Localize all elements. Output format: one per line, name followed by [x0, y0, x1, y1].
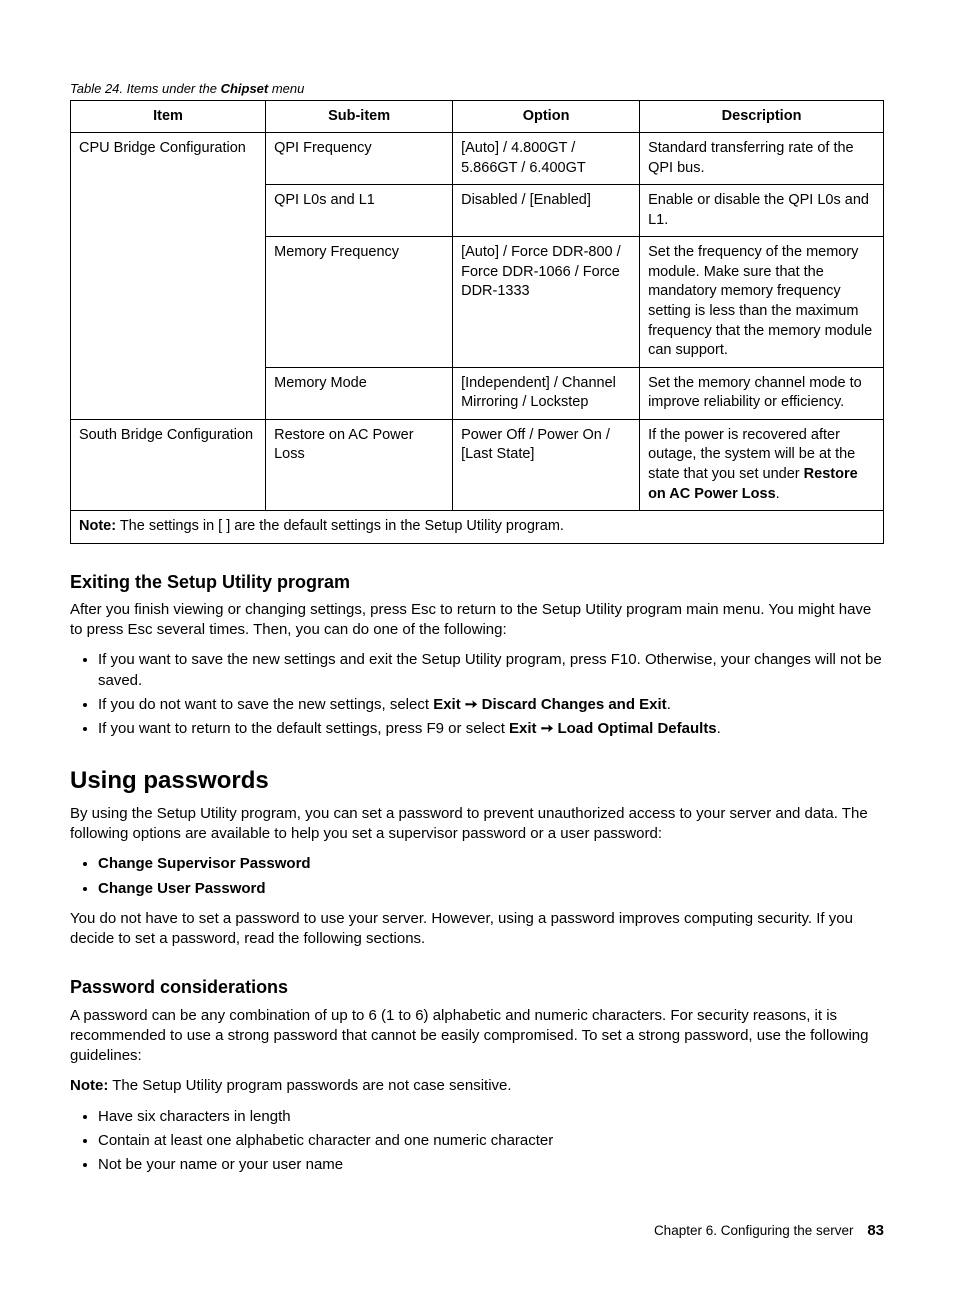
- cell-option: [Auto] / 4.800GT / 5.866GT / 6.400GT: [453, 133, 640, 185]
- cell-description: Set the frequency of the memory module. …: [640, 237, 884, 367]
- passwords-options-list: Change Supervisor Password Change User P…: [70, 854, 884, 899]
- table-row: QPI L0s and L1 Disabled / [Enabled] Enab…: [71, 185, 884, 237]
- cell-item: [71, 367, 266, 419]
- list-item: Change User Password: [98, 879, 884, 899]
- cell-item: South Bridge Configuration: [71, 419, 266, 510]
- heading-exiting: Exiting the Setup Utility program: [70, 570, 884, 594]
- cell-subitem: QPI L0s and L1: [266, 185, 453, 237]
- page-footer: Chapter 6. Configuring the server 83: [70, 1221, 884, 1241]
- table-row: CPU Bridge Configuration QPI Frequency […: [71, 133, 884, 185]
- note-text: The settings in [ ] are the default sett…: [116, 518, 564, 534]
- cell-option: Disabled / [Enabled]: [453, 185, 640, 237]
- cell-subitem: QPI Frequency: [266, 133, 453, 185]
- cell-subitem: Memory Mode: [266, 367, 453, 419]
- table-note-row: Note: The settings in [ ] are the defaul…: [71, 511, 884, 544]
- cell-option: [Independent] / Channel Mirroring / Lock…: [453, 367, 640, 419]
- li-bold: Exit: [433, 696, 461, 713]
- cell-subitem: Restore on AC Power Loss: [266, 419, 453, 510]
- table-header-row: Item Sub-item Option Description: [71, 100, 884, 133]
- note-text: The Setup Utility program passwords are …: [108, 1077, 511, 1094]
- footer-page-number: 83: [867, 1222, 884, 1239]
- heading-password-considerations: Password considerations: [70, 975, 884, 999]
- li-text: If you do not want to save the new setti…: [98, 696, 433, 713]
- cell-option: Power Off / Power On / [Last State]: [453, 419, 640, 510]
- arrow-icon: ➙: [461, 696, 482, 713]
- li-bold: Discard Changes and Exit: [482, 696, 667, 713]
- li-bold: Load Optimal Defaults: [557, 720, 716, 737]
- list-item: Change Supervisor Password: [98, 854, 884, 874]
- considerations-note: Note: The Setup Utility program password…: [70, 1076, 884, 1096]
- cell-description: Standard transferring rate of the QPI bu…: [640, 133, 884, 185]
- list-item: If you want to return to the default set…: [98, 719, 884, 739]
- col-description: Description: [640, 100, 884, 133]
- caption-prefix: Table 24. Items under the: [70, 81, 221, 96]
- note-label: Note:: [79, 518, 116, 534]
- table-caption: Table 24. Items under the Chipset menu: [70, 80, 884, 98]
- table-note-cell: Note: The settings in [ ] are the defaul…: [71, 511, 884, 544]
- caption-bold: Chipset: [221, 81, 269, 96]
- cell-item: CPU Bridge Configuration: [71, 133, 266, 185]
- cell-option: [Auto] / Force DDR-800 / Force DDR-1066 …: [453, 237, 640, 367]
- exiting-list: If you want to save the new settings and…: [70, 650, 884, 739]
- heading-using-passwords: Using passwords: [70, 765, 884, 797]
- arrow-icon: ➙: [537, 720, 558, 737]
- cell-description: Set the memory channel mode to improve r…: [640, 367, 884, 419]
- cell-item: [71, 185, 266, 237]
- considerations-list: Have six characters in length Contain at…: [70, 1107, 884, 1176]
- li-text: .: [717, 720, 721, 737]
- table-row: Memory Frequency [Auto] / Force DDR-800 …: [71, 237, 884, 367]
- caption-suffix: menu: [268, 81, 304, 96]
- note-label: Note:: [70, 1077, 108, 1094]
- list-item: Have six characters in length: [98, 1107, 884, 1127]
- list-item: If you do not want to save the new setti…: [98, 695, 884, 715]
- list-item: Not be your name or your user name: [98, 1155, 884, 1175]
- footer-chapter: Chapter 6. Configuring the server: [654, 1223, 854, 1238]
- col-option: Option: [453, 100, 640, 133]
- cell-item: [71, 237, 266, 367]
- exiting-p1: After you finish viewing or changing set…: [70, 600, 884, 641]
- cell-subitem: Memory Frequency: [266, 237, 453, 367]
- passwords-p2: You do not have to set a password to use…: [70, 909, 884, 950]
- cell-description: Enable or disable the QPI L0s and L1.: [640, 185, 884, 237]
- col-item: Item: [71, 100, 266, 133]
- passwords-p1: By using the Setup Utility program, you …: [70, 804, 884, 845]
- cell-description: If the power is recovered after outage, …: [640, 419, 884, 510]
- list-item: Contain at least one alphabetic characte…: [98, 1131, 884, 1151]
- desc-post: .: [776, 486, 780, 502]
- li-text: If you want to return to the default set…: [98, 720, 509, 737]
- table-row: South Bridge Configuration Restore on AC…: [71, 419, 884, 510]
- table-row: Memory Mode [Independent] / Channel Mirr…: [71, 367, 884, 419]
- li-bold: Exit: [509, 720, 537, 737]
- chipset-table: Item Sub-item Option Description CPU Bri…: [70, 100, 884, 544]
- considerations-p1: A password can be any combination of up …: [70, 1006, 884, 1067]
- list-item: If you want to save the new settings and…: [98, 650, 884, 691]
- li-text: .: [667, 696, 671, 713]
- col-subitem: Sub-item: [266, 100, 453, 133]
